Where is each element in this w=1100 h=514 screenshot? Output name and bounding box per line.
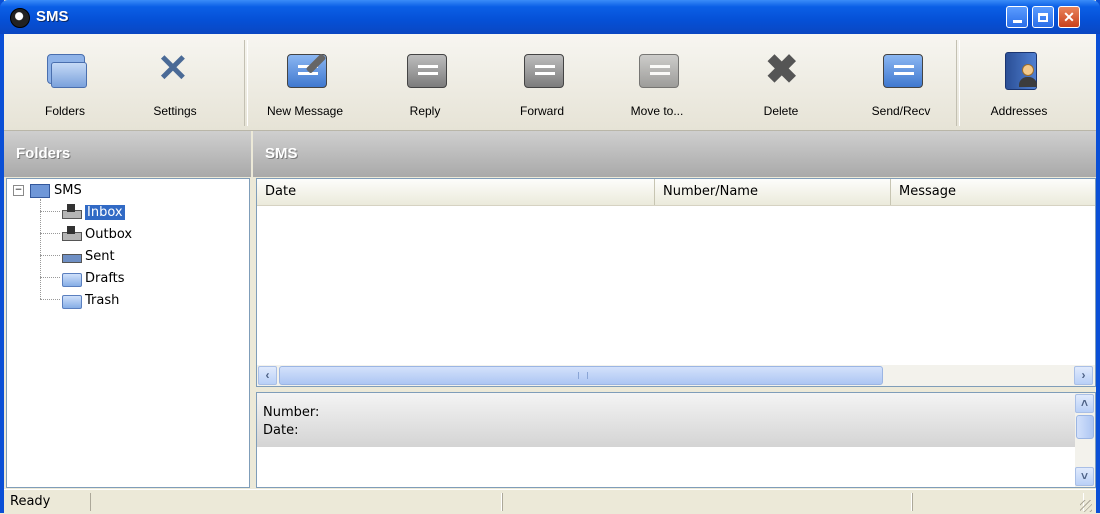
- settings-button-label: Settings: [153, 104, 197, 118]
- folder-item-label: Inbox: [85, 204, 125, 220]
- sms-window: SMS ✕ Folders ✕ Settings New Message Rep…: [0, 0, 1100, 514]
- minimize-button[interactable]: [1006, 6, 1028, 28]
- message-list-header: Date Number/Name Message: [257, 179, 1095, 206]
- addresses-button[interactable]: Addresses: [974, 40, 1064, 124]
- folder-item-label: Drafts: [85, 270, 125, 286]
- send-recv-button[interactable]: Send/Recv: [856, 40, 946, 124]
- horizontal-scrollbar[interactable]: ‹ ›: [257, 365, 1095, 386]
- move-to-icon: [635, 50, 679, 90]
- status-bar: Ready: [4, 489, 1096, 514]
- reply-button-label: Reply: [409, 104, 441, 118]
- main-header-label: SMS: [265, 145, 298, 162]
- send-recv-icon: [879, 50, 923, 90]
- app-icon[interactable]: [10, 8, 30, 28]
- new-message-icon: [283, 50, 327, 90]
- scroll-up-button[interactable]: ˄: [1075, 394, 1094, 413]
- addresses-button-label: Addresses: [990, 104, 1048, 118]
- scroll-right-button[interactable]: ›: [1074, 366, 1093, 385]
- message-details-header: Number: Date:: [257, 393, 1075, 447]
- folders-button[interactable]: Folders: [20, 40, 110, 124]
- inbox-icon: [61, 204, 82, 220]
- tree-root-label: SMS: [54, 183, 82, 198]
- maximize-button[interactable]: [1032, 6, 1054, 28]
- delete-button[interactable]: ✖ Delete: [736, 40, 826, 124]
- status-panel: [502, 493, 912, 511]
- title-bar[interactable]: SMS ✕: [0, 0, 1100, 34]
- tree-connector: [40, 255, 60, 256]
- chevron-right-icon: ›: [1081, 368, 1086, 382]
- toolbar-separator: [956, 40, 960, 126]
- move-to-button-label: Move to...: [630, 104, 684, 118]
- folder-item-label: Sent: [85, 248, 115, 264]
- main-panel-header: SMS: [253, 131, 1096, 177]
- folder-icon: [61, 270, 82, 287]
- status-panel: [90, 493, 502, 511]
- folder-item-label: Trash: [85, 292, 120, 308]
- delete-button-label: Delete: [763, 104, 799, 118]
- scroll-left-button[interactable]: ‹: [258, 366, 277, 385]
- scroll-thumb[interactable]: [279, 366, 883, 385]
- envelope-icon: [30, 183, 50, 198]
- folder-item-sent[interactable]: Sent: [61, 246, 115, 266]
- collapse-icon[interactable]: −: [13, 185, 24, 196]
- delete-icon: ✖: [765, 48, 799, 92]
- folder-item-drafts[interactable]: Drafts: [61, 268, 125, 288]
- column-header-message[interactable]: Message: [891, 179, 1095, 205]
- folder-icon: [61, 292, 82, 309]
- close-icon: ✕: [1063, 8, 1075, 25]
- tree-connector: [40, 211, 60, 212]
- new-message-button-label: New Message: [266, 104, 344, 118]
- settings-icon: ✕: [157, 48, 189, 90]
- number-label: Number:: [263, 405, 320, 420]
- message-list[interactable]: Date Number/Name Message ‹ ›: [256, 178, 1096, 387]
- vertical-scrollbar[interactable]: ˄ ˅: [1075, 393, 1095, 487]
- status-text: Ready: [10, 494, 51, 509]
- status-panel: [912, 493, 1084, 511]
- chevron-down-icon: ˅: [1080, 469, 1088, 483]
- folders-icon: [43, 50, 87, 90]
- folders-header-label: Folders: [16, 145, 71, 162]
- folder-tree[interactable]: − SMS Inbox Outbox Sent Drafts Trash: [6, 178, 250, 488]
- folder-item-inbox[interactable]: Inbox: [61, 202, 125, 222]
- sent-icon: [61, 248, 82, 264]
- reply-icon: [403, 50, 447, 90]
- folder-item-trash[interactable]: Trash: [61, 290, 119, 310]
- chevron-left-icon: ‹: [265, 368, 270, 382]
- resize-grip-icon[interactable]: [1080, 500, 1092, 512]
- message-details-pane: Number: Date: ˄ ˅: [256, 392, 1096, 488]
- settings-button[interactable]: ✕ Settings: [130, 40, 220, 124]
- column-header-number-name[interactable]: Number/Name: [655, 179, 891, 205]
- move-to-button[interactable]: Move to...: [612, 40, 702, 124]
- tree-connector: [40, 299, 60, 300]
- toolbar: Folders ✕ Settings New Message Reply For…: [4, 34, 1096, 131]
- folders-button-label: Folders: [44, 104, 85, 118]
- new-message-button[interactable]: New Message: [260, 40, 350, 124]
- folder-item-outbox[interactable]: Outbox: [61, 224, 132, 244]
- tree-root-sms[interactable]: − SMS: [13, 183, 82, 198]
- tree-connector: [40, 277, 60, 278]
- outbox-icon: [61, 226, 82, 242]
- forward-button-label: Forward: [519, 104, 564, 118]
- date-label: Date:: [263, 423, 299, 438]
- scroll-down-button[interactable]: ˅: [1075, 467, 1094, 486]
- toolbar-separator: [244, 40, 248, 126]
- tree-connector: [40, 233, 60, 234]
- chevron-up-icon: ˄: [1080, 396, 1088, 410]
- column-header-date[interactable]: Date: [257, 179, 655, 205]
- folder-item-label: Outbox: [85, 226, 133, 242]
- close-button[interactable]: ✕: [1058, 6, 1080, 28]
- folders-panel-header: Folders: [4, 131, 251, 177]
- window-title: SMS: [36, 8, 69, 25]
- forward-icon: [520, 50, 564, 90]
- maximize-icon: [1038, 12, 1048, 22]
- reply-button[interactable]: Reply: [380, 40, 470, 124]
- addresses-icon: [997, 50, 1041, 90]
- forward-button[interactable]: Forward: [497, 40, 587, 124]
- minimize-icon: [1012, 19, 1022, 23]
- scroll-thumb[interactable]: [1076, 415, 1094, 439]
- send-recv-button-label: Send/Recv: [871, 104, 931, 118]
- grip-icon: [578, 372, 588, 379]
- tree-connector: [40, 199, 41, 299]
